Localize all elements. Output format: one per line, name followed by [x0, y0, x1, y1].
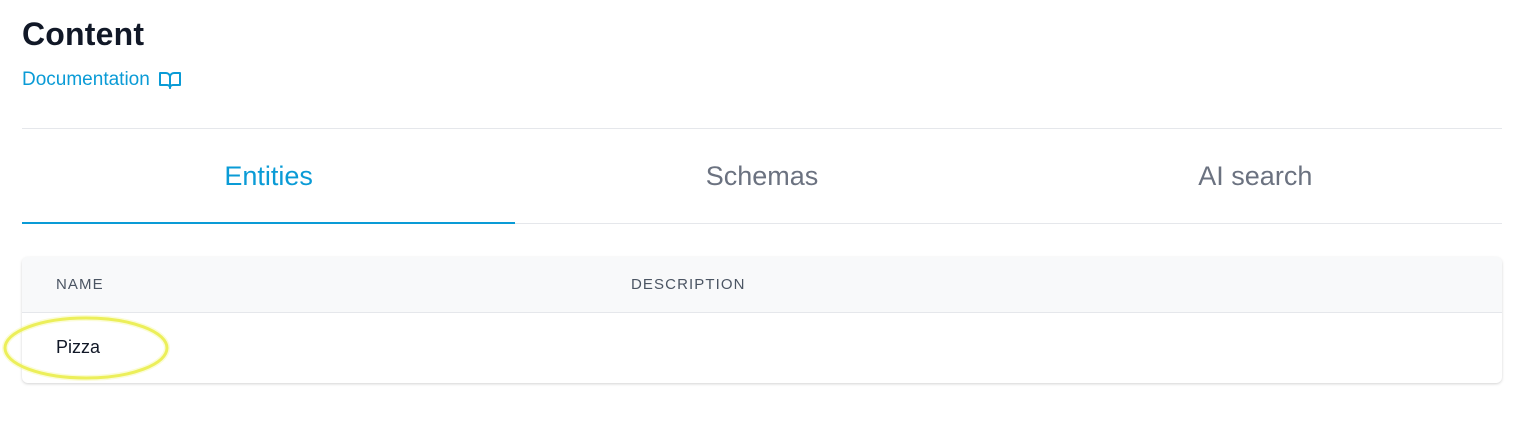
documentation-link-label: Documentation — [22, 69, 150, 90]
table-row[interactable]: Pizza — [22, 313, 1502, 383]
documentation-link[interactable]: Documentation — [22, 68, 182, 92]
entities-table: NAME DESCRIPTION Pizza — [22, 257, 1502, 383]
tab-entities-label: Entities — [224, 160, 313, 191]
tab-ai-search-label: AI search — [1198, 160, 1313, 191]
column-header-name: NAME — [56, 276, 104, 293]
tab-entities[interactable]: Entities — [22, 129, 516, 224]
page-title: Content — [22, 16, 145, 52]
column-header-description: DESCRIPTION — [631, 276, 746, 293]
entity-name-cell: Pizza — [56, 337, 101, 357]
table-header: NAME DESCRIPTION — [22, 257, 1502, 313]
tab-ai-search[interactable]: AI search — [1009, 129, 1502, 223]
tab-schemas[interactable]: Schemas — [515, 129, 1008, 223]
content-tabs: Entities Schemas AI search — [22, 129, 1502, 224]
book-open-icon — [158, 70, 182, 90]
tab-schemas-label: Schemas — [705, 160, 819, 191]
